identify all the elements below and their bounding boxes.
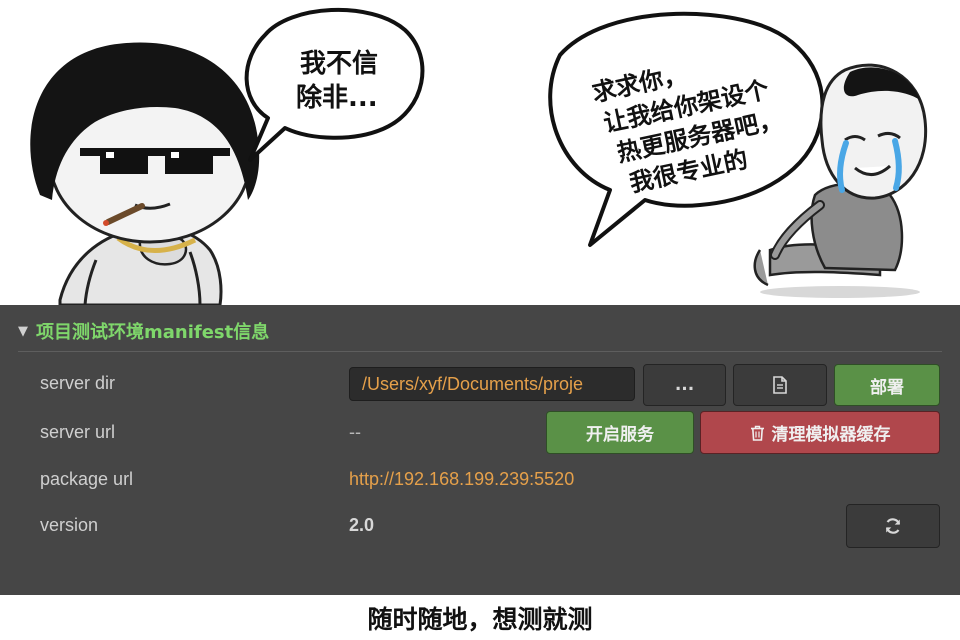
left-bubble-line-2: 除非... — [296, 82, 378, 113]
document-icon — [773, 376, 787, 394]
right-speech-bubble: 求求你， 让我给你架设个 热更服务器吧， 我很专业的 — [548, 11, 825, 247]
section-header[interactable]: ▼ 项目测试环境manifest信息 — [18, 319, 269, 343]
server-url-label: server url — [40, 422, 116, 442]
section-divider — [18, 351, 942, 352]
start-service-button-label: 开启服务 — [586, 425, 654, 445]
clear-simulator-cache-button[interactable]: 清理模拟器缓存 — [700, 411, 940, 454]
server-dir-label: server dir — [40, 373, 116, 393]
browse-button-label: ... — [674, 375, 695, 395]
version-label: version — [40, 515, 99, 535]
browse-button[interactable]: ... — [643, 364, 726, 406]
manifest-info-panel: ▼ 项目测试环境manifest信息 server dir /Users/xyf… — [0, 305, 960, 595]
left-speech-bubble: 我不信 除非... — [244, 7, 425, 162]
server-url-value: -- — [349, 422, 361, 442]
left-character-illustration — [30, 42, 260, 305]
server-dir-input[interactable]: /Users/xyf/Documents/proje — [349, 367, 635, 401]
refresh-icon — [885, 518, 901, 534]
caption: 随时随地，想测就测 — [367, 605, 593, 634]
deploy-button-label: 部署 — [870, 377, 904, 398]
section-title: 项目测试环境manifest信息 — [36, 322, 270, 343]
refresh-button[interactable] — [846, 504, 940, 548]
trash-icon — [750, 425, 764, 441]
open-file-button[interactable] — [733, 364, 827, 406]
clear-cache-button-label: 清理模拟器缓存 — [771, 425, 891, 445]
deploy-button[interactable]: 部署 — [834, 364, 940, 406]
meme-illustration: 我不信 除非... 求求你， 让我给你架设个 热更服务器吧， 我很专业的 — [30, 7, 928, 305]
start-service-button[interactable]: 开启服务 — [546, 411, 694, 454]
package-url-link[interactable]: http://192.168.199.239:5520 — [349, 469, 574, 490]
left-bubble-line-1: 我不信 — [300, 49, 378, 79]
package-url-label: package url — [40, 469, 134, 489]
version-value: 2.0 — [349, 515, 375, 535]
collapse-arrow-icon[interactable]: ▼ — [18, 324, 28, 339]
